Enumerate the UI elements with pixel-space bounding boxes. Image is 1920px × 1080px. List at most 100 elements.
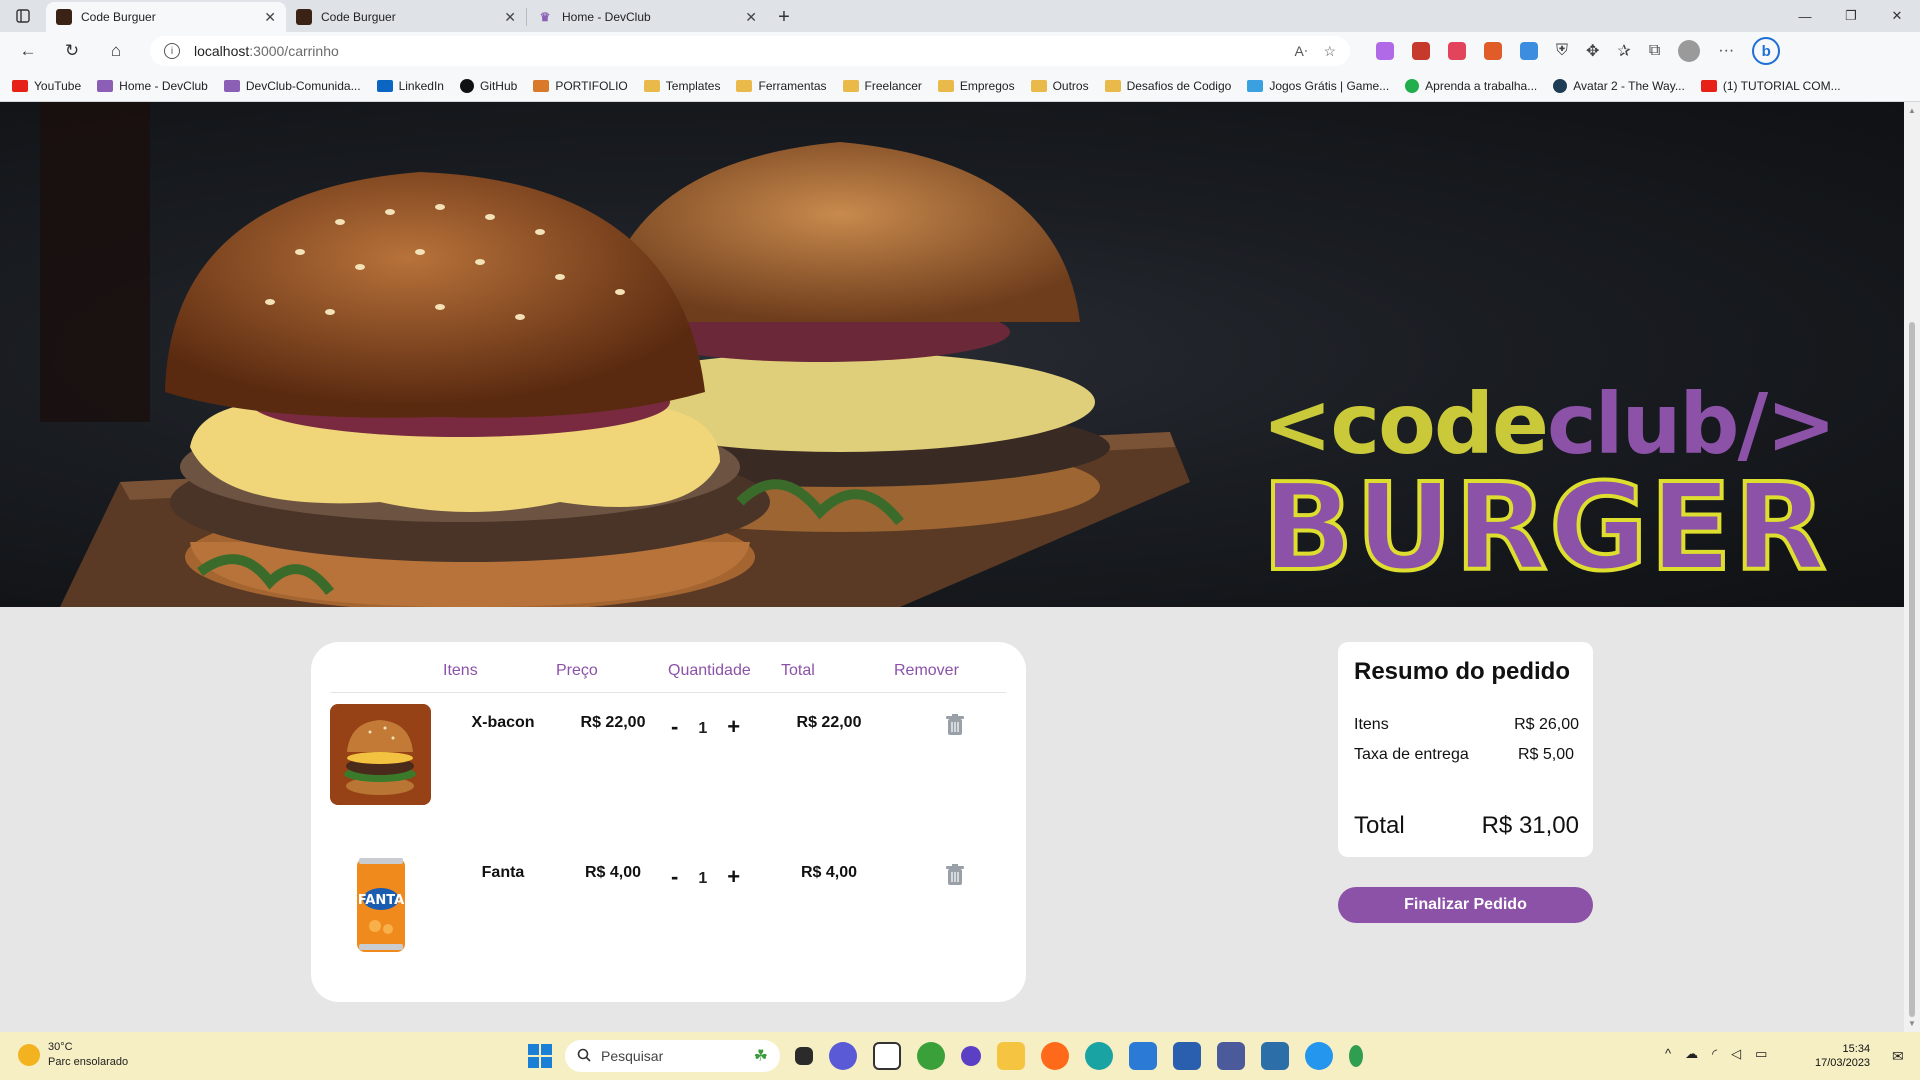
search-placeholder: Pesquisar	[601, 1048, 664, 1064]
system-tray: ^ ☁ ◜ ◁ ▭	[1665, 1046, 1767, 1062]
bookmark-label: YouTube	[34, 78, 82, 93]
postgres-icon[interactable]	[1261, 1042, 1289, 1070]
firefox-icon[interactable]	[1041, 1042, 1069, 1070]
more-menu-icon[interactable]: ···	[1718, 42, 1734, 60]
youtube-icon	[1700, 79, 1717, 92]
close-tab-icon[interactable]: ✕	[745, 9, 757, 26]
cart-row-fanta: FANTA Fanta R$ 4,00 - 1 + R$ 4,00	[311, 854, 1026, 964]
bookmark-freelancer[interactable]: Freelancer	[842, 79, 922, 93]
codeclub-burger-logo: <codeclub/> BURGER	[1260, 382, 1882, 594]
restore-icon[interactable]: ❐	[1828, 0, 1874, 32]
home-icon[interactable]: ⌂	[100, 35, 132, 67]
favorites-icon[interactable]: ✰	[1617, 41, 1630, 61]
decrease-quantity-button[interactable]: -	[671, 714, 678, 740]
back-icon[interactable]: ←	[12, 35, 44, 67]
vscode-icon[interactable]	[1129, 1042, 1157, 1070]
page-scrollbar[interactable]: ▲ ▼	[1904, 102, 1920, 1032]
decrease-quantity-button[interactable]: -	[671, 864, 678, 890]
add-favorite-icon[interactable]: ☆	[1323, 43, 1336, 60]
bookmarks-bar: YouTube Home - DevClub DevClub-Comunida.…	[0, 70, 1920, 102]
minimize-icon[interactable]: —	[1782, 0, 1828, 32]
bookmark-templates[interactable]: Templates	[643, 79, 720, 93]
site-info-icon[interactable]: i	[164, 43, 180, 59]
extension-icon[interactable]	[1376, 42, 1394, 60]
address-bar[interactable]: i localhost:3000/carrinho Aᐧ ☆	[150, 36, 1350, 66]
app-icon[interactable]	[961, 1046, 981, 1066]
extension-icon[interactable]	[1520, 42, 1538, 60]
bookmark-portifolio[interactable]: PORTIFOLIO	[533, 79, 628, 93]
read-aloud-icon[interactable]: Aᐧ	[1295, 43, 1308, 60]
task-view-icon[interactable]	[795, 1047, 813, 1065]
refresh-icon[interactable]: ↻	[56, 35, 88, 67]
bookmark-label: GitHub	[479, 78, 518, 93]
bookmark-ferramentas[interactable]: Ferramentas	[736, 79, 827, 93]
order-summary: Resumo do pedido Itens R$ 26,00 Taxa de …	[1338, 642, 1593, 857]
bing-icon[interactable]: b	[1752, 37, 1781, 65]
extension-icon[interactable]	[1484, 42, 1502, 60]
bookmark-label: Avatar 2 - The Way...	[1573, 78, 1685, 93]
bookmark-outros[interactable]: Outros	[1030, 78, 1089, 93]
close-tab-icon[interactable]: ✕	[504, 9, 516, 26]
docker-icon[interactable]	[1305, 1042, 1333, 1070]
bookmark-avatar[interactable]: Avatar 2 - The Way...	[1553, 78, 1685, 93]
increase-quantity-button[interactable]: +	[727, 864, 740, 890]
tab-home-devclub[interactable]: ♛ Home - DevClub ✕	[527, 2, 767, 32]
mongodb-icon[interactable]	[1349, 1045, 1363, 1067]
tab-actions-icon[interactable]	[0, 0, 46, 32]
bookmark-devclub-comunidade[interactable]: DevClub-Comunida...	[223, 79, 361, 93]
extension-icon[interactable]	[1412, 42, 1430, 60]
bookmark-jogos[interactable]: Jogos Grátis | Game...	[1247, 79, 1389, 93]
wifi-icon[interactable]: ◜	[1712, 1046, 1717, 1062]
bookmark-label: Outros	[1052, 78, 1089, 93]
summary-total-line: Total R$ 31,00	[1354, 812, 1579, 840]
onedrive-icon[interactable]: ☁	[1685, 1046, 1698, 1062]
notifications-icon[interactable]: ✉	[1892, 1048, 1904, 1065]
trash-icon[interactable]	[945, 714, 965, 739]
bookmark-github[interactable]: GitHub	[459, 78, 518, 93]
bookmark-tutorial[interactable]: (1) TUTORIAL COM...	[1700, 78, 1841, 93]
scrollbar-thumb[interactable]	[1909, 322, 1915, 1017]
utorrent-icon[interactable]	[917, 1042, 945, 1070]
collections-icon[interactable]: ⧉	[1649, 42, 1660, 60]
close-window-icon[interactable]: ✕	[1874, 0, 1920, 32]
chevron-up-icon[interactable]: ^	[1665, 1046, 1671, 1062]
clock-time: 15:34	[1842, 1043, 1871, 1055]
increase-quantity-button[interactable]: +	[727, 714, 740, 740]
extensions-puzzle-icon[interactable]: ✥	[1586, 41, 1599, 61]
notes-icon[interactable]	[1173, 1042, 1201, 1070]
notepad-icon[interactable]	[873, 1042, 901, 1070]
bookmark-youtube[interactable]: YouTube	[12, 79, 81, 93]
bookmark-aprenda[interactable]: Aprenda a trabalha...	[1405, 78, 1537, 93]
taskbar-clock[interactable]: 15:34 17/03/2023	[1815, 1042, 1870, 1070]
bookmark-linkedin[interactable]: LinkedIn	[376, 79, 444, 93]
tab-code-burguer-active[interactable]: Code Burguer ✕	[46, 2, 286, 32]
profile-avatar[interactable]	[1678, 40, 1701, 62]
close-tab-icon[interactable]: ✕	[264, 9, 276, 26]
folder-icon	[736, 79, 753, 92]
bookmark-label: (1) TUTORIAL COM...	[1722, 78, 1841, 93]
tab-code-burguer[interactable]: Code Burguer ✕	[286, 2, 526, 32]
edge-icon[interactable]	[1085, 1042, 1113, 1070]
finalize-order-button[interactable]: Finalizar Pedido	[1338, 887, 1593, 923]
shield-icon[interactable]: ⛨	[1556, 42, 1568, 60]
bookmark-empregos[interactable]: Empregos	[937, 79, 1015, 93]
teams-chat-icon[interactable]	[829, 1042, 857, 1070]
weather-desc: Parc ensolarado	[48, 1056, 129, 1068]
item-price: R$ 22,00	[580, 714, 646, 731]
extension-icon[interactable]	[1448, 42, 1466, 60]
remote-desktop-icon[interactable]	[1217, 1042, 1245, 1070]
scroll-down-icon[interactable]: ▼	[1908, 1019, 1916, 1028]
file-explorer-icon[interactable]	[997, 1042, 1025, 1070]
speaker-icon[interactable]: ◁	[1731, 1046, 1741, 1062]
bookmark-label: Desafios de Codigo	[1126, 78, 1232, 93]
summary-total-value: R$ 31,00	[1481, 812, 1579, 839]
new-tab-icon[interactable]: +	[767, 2, 801, 32]
scroll-up-icon[interactable]: ▲	[1908, 106, 1916, 115]
battery-icon[interactable]: ▭	[1755, 1046, 1767, 1062]
bookmark-desafios[interactable]: Desafios de Codigo	[1104, 78, 1232, 93]
taskbar-search[interactable]: Pesquisar ☘	[565, 1040, 780, 1072]
weather-widget[interactable]: 30°C Parc ensolarado	[18, 1040, 128, 1070]
windows-start-icon[interactable]	[528, 1044, 552, 1068]
trash-icon[interactable]	[945, 864, 965, 889]
bookmark-home-devclub[interactable]: Home - DevClub	[97, 79, 208, 93]
